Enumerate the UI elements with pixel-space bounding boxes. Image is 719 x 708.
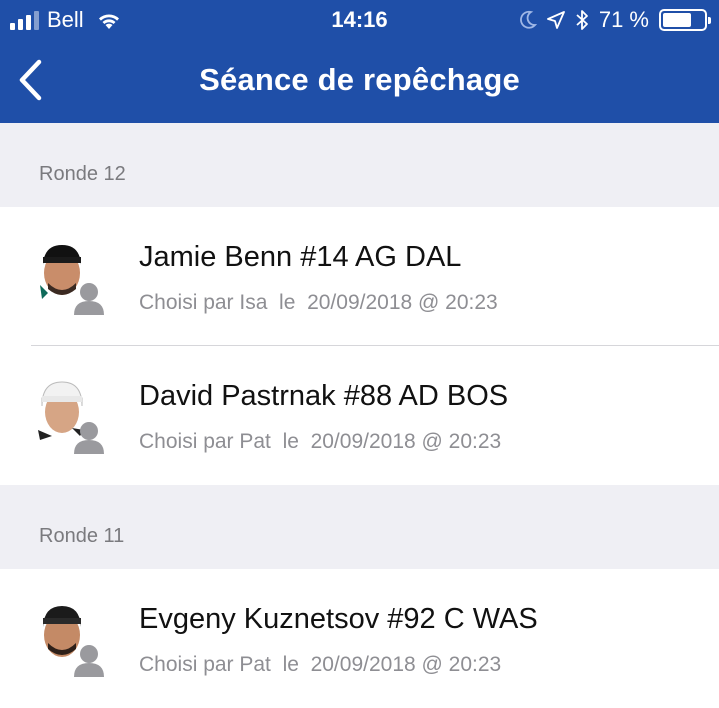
player-avatar: [36, 239, 106, 315]
bluetooth-icon: [576, 10, 588, 30]
list-item[interactable]: Jamie Benn #14 AG DAL Choisi par Isa le …: [0, 207, 719, 346]
battery-fill: [663, 13, 692, 27]
status-bar: Bell 14:16 71 %: [0, 0, 719, 40]
section-header: Ronde 12: [0, 123, 719, 207]
navigation-header: Bell 14:16 71 % Séance de repêchage: [0, 0, 719, 123]
user-placeholder-icon: [74, 422, 104, 454]
status-right: 71 %: [519, 7, 711, 33]
location-arrow-icon: [546, 11, 565, 29]
pick-details: Choisi par Isa le 20/09/2018 @ 20:23: [139, 291, 498, 314]
battery-percent: 71 %: [598, 7, 649, 32]
player-name: Jamie Benn #14 AG DAL: [139, 241, 462, 273]
player-avatar: [36, 378, 106, 454]
pick-details: Choisi par Pat le 20/09/2018 @ 20:23: [139, 430, 502, 453]
section-header: Ronde 11: [0, 485, 719, 569]
section-label: Ronde 12: [39, 163, 126, 185]
pick-details: Choisi par Pat le 20/09/2018 @ 20:23: [139, 653, 502, 676]
user-placeholder-icon: [74, 645, 104, 677]
page-title: Séance de repêchage: [199, 62, 520, 97]
user-placeholder-icon: [74, 283, 104, 315]
player-name: David Pastrnak #88 AD BOS: [139, 380, 509, 412]
draft-picks-list: Ronde 12 Jamie Benn #14 AG DAL Choisi pa…: [0, 123, 719, 708]
player-name: Evgeny Kuznetsov #92 C WAS: [139, 603, 538, 635]
list-item[interactable]: David Pastrnak #88 AD BOS Choisi par Pat…: [0, 346, 719, 485]
battery-icon: [659, 9, 711, 31]
player-avatar: [36, 601, 106, 677]
section-label: Ronde 11: [39, 525, 125, 547]
moon-icon: [519, 10, 537, 29]
list-item[interactable]: Evgeny Kuznetsov #92 C WAS Choisi par Pa…: [0, 569, 719, 708]
